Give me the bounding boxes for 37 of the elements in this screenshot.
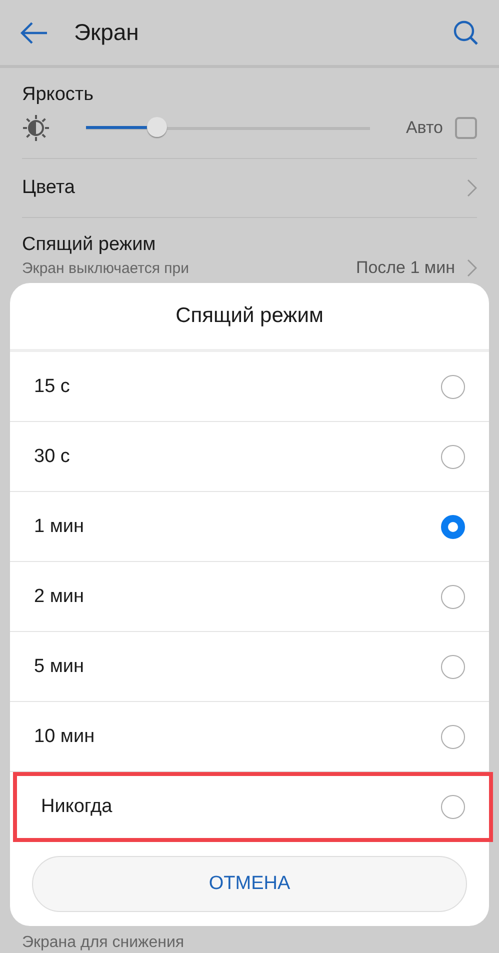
highlighted-option[interactable]: Никогда [13,772,493,842]
option-label: 2 мин [34,586,84,608]
option-label: Никогда [41,796,112,818]
option-label: 10 мин [34,726,95,748]
option-label: 5 мин [34,656,84,678]
chevron-right-icon [467,259,477,277]
radio-button[interactable] [441,374,465,398]
description-text: Экрана для снижения [22,934,186,952]
radio-button[interactable] [441,724,465,748]
option-row[interactable]: 15 с [10,352,489,422]
search-button[interactable] [453,20,479,46]
radio-button[interactable] [441,514,465,538]
option-row[interactable]: 2 мин [10,562,489,632]
sleep-value: После 1 мин [356,258,455,278]
option-row[interactable]: 5 мин [10,632,489,702]
auto-checkbox[interactable] [455,117,477,139]
chevron-right-icon [467,179,477,197]
sleep-subtitle: Экран выключается при [22,260,189,276]
option-label: 30 с [34,446,70,468]
cancel-button[interactable]: ОТМЕНА [32,856,467,912]
option-row[interactable]: 1 мин [10,492,489,562]
colors-label: Цвета [22,177,75,199]
auto-label: Авто [406,118,443,138]
dialog-title: Спящий режим [10,283,489,352]
option-row[interactable]: 30 с [10,422,489,492]
sun-icon [22,114,50,142]
option-row[interactable]: 10 мин [10,702,489,772]
option-label: 1 мин [34,516,84,538]
brightness-label: Яркость [22,84,94,106]
radio-button[interactable] [441,444,465,468]
radio-button[interactable] [441,584,465,608]
sleep-label: Спящий режим [22,234,157,256]
screen-title: Экран [74,19,140,46]
option-label: 15 с [34,376,70,398]
radio-button[interactable] [441,795,465,819]
back-button[interactable] [20,22,48,44]
radio-button[interactable] [441,654,465,678]
